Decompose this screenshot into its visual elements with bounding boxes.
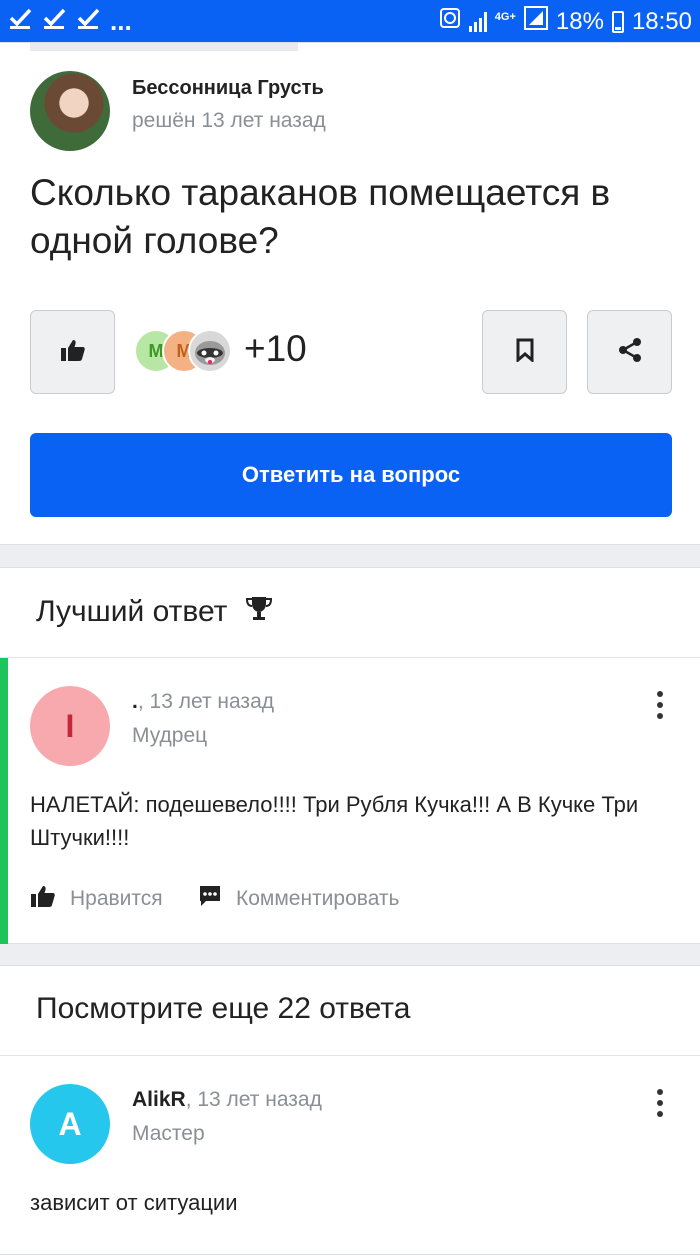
more-answers-card: Посмотрите еще 22 ответа A AlikR, 13 лет…: [0, 965, 700, 1255]
answerer-avatar[interactable]: I: [30, 686, 110, 766]
best-answer-title: Лучший ответ: [36, 595, 228, 628]
signal-box-icon: [523, 6, 548, 37]
thumbs-up-icon: [30, 884, 56, 914]
signal-icon: [468, 11, 487, 32]
battery-percent: 18%: [555, 7, 604, 35]
answer-time: , 13 лет назад: [137, 690, 274, 713]
more-options-icon[interactable]: [650, 1089, 670, 1117]
answerer-rank: Мастер: [132, 1122, 205, 1145]
question-card: Бессонница Грусть решён 13 лет назад Ско…: [0, 42, 700, 545]
share-icon: [617, 337, 643, 368]
answer-question-button[interactable]: Ответить на вопрос: [30, 433, 672, 517]
best-answer-heading: Лучший ответ: [36, 594, 273, 630]
share-button[interactable]: [587, 310, 672, 394]
data-saver-icon: [439, 7, 461, 36]
comment-button[interactable]: Комментировать: [198, 884, 399, 914]
best-answer-card: Лучший ответ I ., 13 лет назад Мудрец НА…: [0, 567, 700, 944]
status-bar: ... 4G+ 18% 18:50: [0, 0, 700, 42]
clock: 18:50: [631, 7, 692, 35]
answer-meta: ., 13 лет назад: [132, 690, 274, 714]
answer-text: НАЛЕТАЙ: подешевело!!!! Три Рубля Кучка!…: [30, 792, 639, 850]
check-icon: [8, 6, 34, 37]
like-answer-button[interactable]: Нравится: [30, 884, 163, 914]
like-label: Нравится: [70, 887, 163, 910]
answerer-avatar[interactable]: A: [30, 1084, 110, 1164]
raccoon-avatar: [188, 329, 232, 373]
top-strip: [30, 43, 298, 51]
answerer-rank: Мудрец: [132, 724, 208, 747]
divider: [0, 657, 700, 658]
notification-icons: ...: [8, 6, 132, 37]
bookmark-button[interactable]: [482, 310, 567, 394]
like-button[interactable]: [30, 310, 115, 394]
answerer-name[interactable]: AlikR: [132, 1088, 186, 1111]
likers-avatars[interactable]: М М: [134, 329, 234, 375]
system-icons: 4G+ 18% 18:50: [439, 6, 692, 37]
question-status: решён 13 лет назад: [132, 109, 326, 132]
check-icon: [76, 6, 102, 37]
author-name[interactable]: Бессонница Грусть: [132, 77, 324, 100]
trophy-icon: [245, 594, 273, 630]
thumbs-up-icon: [60, 338, 86, 367]
more-answers-title[interactable]: Посмотрите еще 22 ответа: [36, 992, 410, 1026]
bookmark-icon: [515, 338, 535, 367]
check-icon: [42, 6, 68, 37]
more-notifications: ...: [110, 6, 132, 36]
more-options-icon[interactable]: [650, 691, 670, 719]
question-title: Сколько тараканов помещается в одной гол…: [30, 172, 611, 261]
best-answer-accent: [0, 658, 8, 944]
divider: [0, 1055, 700, 1056]
answer-meta: AlikR, 13 лет назад: [132, 1088, 322, 1112]
answer-time: , 13 лет назад: [185, 1088, 322, 1111]
answer-text: зависит от ситуации: [30, 1190, 238, 1215]
likes-count[interactable]: +10: [244, 328, 307, 370]
comment-label: Комментировать: [236, 887, 400, 910]
comment-icon: [198, 884, 222, 914]
battery-icon: [611, 10, 624, 33]
network-type: 4G+: [494, 10, 516, 23]
author-avatar[interactable]: [30, 71, 110, 151]
